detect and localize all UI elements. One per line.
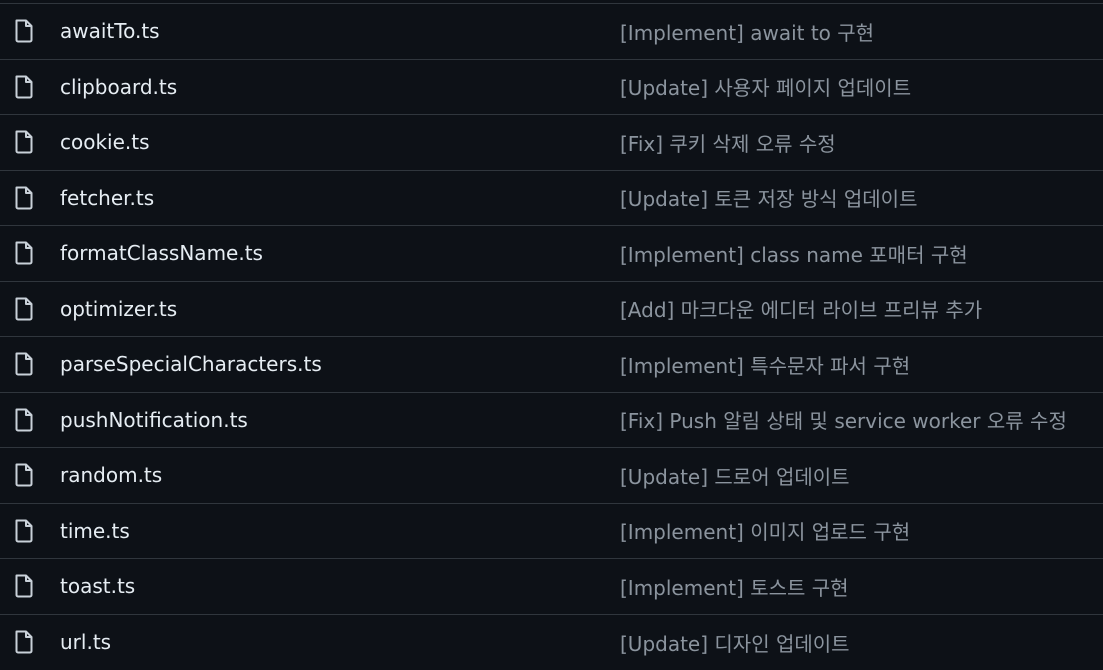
file-name-link[interactable]: cookie.ts: [60, 130, 150, 154]
file-icon: [15, 574, 33, 598]
file-name-link[interactable]: fetcher.ts: [60, 186, 154, 210]
file-name-link[interactable]: time.ts: [60, 519, 130, 543]
file-icon: [15, 463, 33, 487]
file-name-link[interactable]: pushNotification.ts: [60, 408, 248, 432]
file-icon: [15, 19, 33, 43]
file-name-link[interactable]: random.ts: [60, 463, 162, 487]
file-row[interactable]: formatClassName.ts [Implement] class nam…: [0, 226, 1103, 282]
file-row[interactable]: toast.ts [Implement] 토스트 구현: [0, 559, 1103, 615]
commit-message-link[interactable]: [Implement] await to 구현: [620, 17, 874, 46]
file-name-link[interactable]: url.ts: [60, 630, 111, 654]
commit-message-link[interactable]: [Implement] 토스트 구현: [620, 572, 849, 601]
file-name-link[interactable]: toast.ts: [60, 574, 135, 598]
file-name-link[interactable]: awaitTo.ts: [60, 19, 160, 43]
file-list: awaitTo.ts [Implement] await to 구현 clipb…: [0, 3, 1103, 670]
file-icon: [15, 75, 33, 99]
file-icon: [15, 130, 33, 154]
file-row[interactable]: optimizer.ts [Add] 마크다운 에디터 라이브 프리뷰 추가: [0, 282, 1103, 337]
commit-message-link[interactable]: [Implement] class name 포매터 구현: [620, 239, 968, 268]
commit-message-link[interactable]: [Implement] 특수문자 파서 구현: [620, 350, 910, 379]
commit-message-link[interactable]: [Add] 마크다운 에디터 라이브 프리뷰 추가: [620, 294, 982, 323]
commit-message-link[interactable]: [Update] 디자인 업데이트: [620, 628, 850, 657]
file-row[interactable]: clipboard.ts [Update] 사용자 페이지 업데이트: [0, 60, 1103, 115]
file-icon: [15, 241, 33, 265]
file-icon: [15, 630, 33, 654]
file-icon: [15, 408, 33, 432]
file-row[interactable]: time.ts [Implement] 이미지 업로드 구현: [0, 504, 1103, 559]
commit-message-link[interactable]: [Implement] 이미지 업로드 구현: [620, 516, 910, 545]
file-name-link[interactable]: optimizer.ts: [60, 297, 177, 321]
file-icon: [15, 352, 33, 376]
file-name-link[interactable]: formatClassName.ts: [60, 241, 263, 265]
commit-message-link[interactable]: [Update] 드로어 업데이트: [620, 461, 850, 490]
commit-message-link[interactable]: [Update] 토큰 저장 방식 업데이트: [620, 183, 917, 212]
file-row[interactable]: cookie.ts [Fix] 쿠키 삭제 오류 수정: [0, 115, 1103, 171]
file-name-link[interactable]: clipboard.ts: [60, 75, 177, 99]
file-row[interactable]: awaitTo.ts [Implement] await to 구현: [0, 4, 1103, 60]
commit-message-link[interactable]: [Update] 사용자 페이지 업데이트: [620, 72, 911, 101]
file-icon: [15, 297, 33, 321]
file-row[interactable]: pushNotification.ts [Fix] Push 알림 상태 및 s…: [0, 393, 1103, 448]
file-name-link[interactable]: parseSpecialCharacters.ts: [60, 352, 322, 376]
file-icon: [15, 519, 33, 543]
file-row[interactable]: fetcher.ts [Update] 토큰 저장 방식 업데이트: [0, 171, 1103, 226]
commit-message-link[interactable]: [Fix] 쿠키 삭제 오류 수정: [620, 128, 836, 157]
file-row[interactable]: random.ts [Update] 드로어 업데이트: [0, 448, 1103, 504]
file-icon: [15, 186, 33, 210]
file-row[interactable]: parseSpecialCharacters.ts [Implement] 특수…: [0, 337, 1103, 393]
file-row[interactable]: url.ts [Update] 디자인 업데이트: [0, 615, 1103, 670]
commit-message-link[interactable]: [Fix] Push 알림 상태 및 service worker 오류 수정: [620, 405, 1067, 434]
